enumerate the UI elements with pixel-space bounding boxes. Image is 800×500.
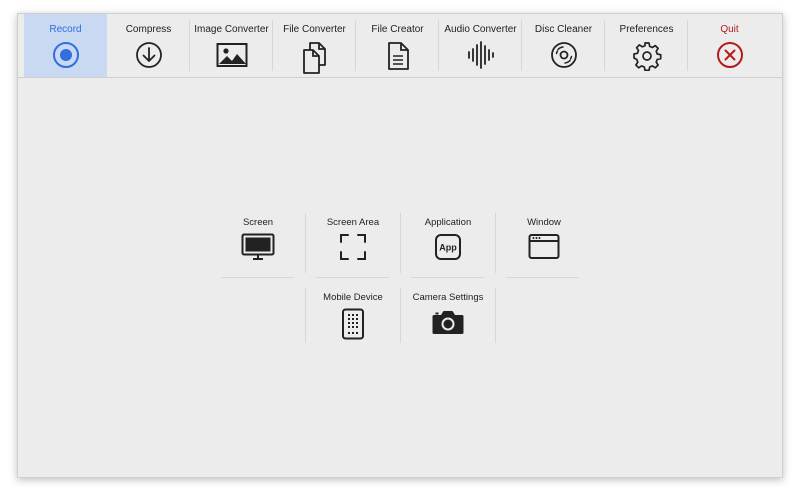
option-application-label: Application <box>424 217 472 228</box>
record-icon <box>52 42 79 68</box>
tab-audio-converter[interactable]: Audio Converter <box>439 14 522 77</box>
tab-quit[interactable]: Quit <box>688 14 771 77</box>
download-circle-icon <box>135 42 162 68</box>
tab-disc-cleaner-label: Disc Cleaner <box>534 24 593 35</box>
grid-divider <box>400 213 401 273</box>
camera-icon <box>432 311 464 334</box>
option-mobile-device[interactable]: Mobile Device <box>315 286 391 350</box>
files-icon <box>302 42 326 74</box>
tab-file-converter[interactable]: File Converter <box>273 14 356 77</box>
toolbar: Record Compress Image Converter File Con… <box>24 14 778 77</box>
tab-image-converter-label: Image Converter <box>194 24 269 35</box>
tab-compress-label: Compress <box>125 24 172 35</box>
tab-record-label: Record <box>49 24 82 35</box>
grid-divider <box>506 277 579 278</box>
crop-area-icon <box>340 234 366 260</box>
gear-icon <box>632 42 662 71</box>
tab-preferences-label: Preferences <box>619 24 674 35</box>
option-screen-label: Screen <box>242 217 274 228</box>
app-window: Record Compress Image Converter File Con… <box>17 13 783 478</box>
grid-divider <box>305 288 306 343</box>
mobile-device-icon <box>342 308 364 340</box>
option-window-label: Window <box>527 217 561 228</box>
option-screen-area-label: Screen Area <box>326 217 380 228</box>
option-mobile-device-label: Mobile Device <box>323 292 383 303</box>
option-camera-settings-label: Camera Settings <box>412 292 484 303</box>
tab-record[interactable]: Record <box>24 14 107 77</box>
grid-divider <box>411 277 484 278</box>
window-icon <box>528 234 560 259</box>
waveform-icon <box>467 41 494 69</box>
toolbar-divider <box>18 77 782 78</box>
tab-file-creator-label: File Creator <box>371 24 424 35</box>
option-application[interactable]: Application App <box>410 211 486 275</box>
tab-image-converter[interactable]: Image Converter <box>190 14 273 77</box>
app-icon: App <box>435 234 461 260</box>
tab-preferences[interactable]: Preferences <box>605 14 688 77</box>
app-icon-text: App <box>439 243 457 253</box>
tab-file-converter-label: File Converter <box>283 24 346 35</box>
monitor-icon <box>241 233 275 260</box>
option-screen-area[interactable]: Screen Area <box>315 211 391 275</box>
tab-audio-converter-label: Audio Converter <box>444 24 517 35</box>
tab-file-creator[interactable]: File Creator <box>356 14 439 77</box>
option-screen[interactable]: Screen <box>220 211 296 275</box>
grid-divider <box>305 213 306 273</box>
option-window[interactable]: Window <box>506 211 582 275</box>
option-camera-settings[interactable]: Camera Settings <box>410 286 486 350</box>
tab-disc-cleaner[interactable]: Disc Cleaner <box>522 14 605 77</box>
grid-divider <box>221 277 294 278</box>
image-icon <box>216 43 247 67</box>
tab-compress[interactable]: Compress <box>107 14 190 77</box>
document-icon <box>387 42 409 70</box>
grid-divider <box>495 213 496 273</box>
disc-icon <box>550 42 577 68</box>
grid-divider <box>316 277 389 278</box>
grid-divider <box>400 288 401 343</box>
close-circle-icon <box>716 42 743 68</box>
grid-divider <box>495 288 496 343</box>
tab-quit-label: Quit <box>720 24 739 35</box>
